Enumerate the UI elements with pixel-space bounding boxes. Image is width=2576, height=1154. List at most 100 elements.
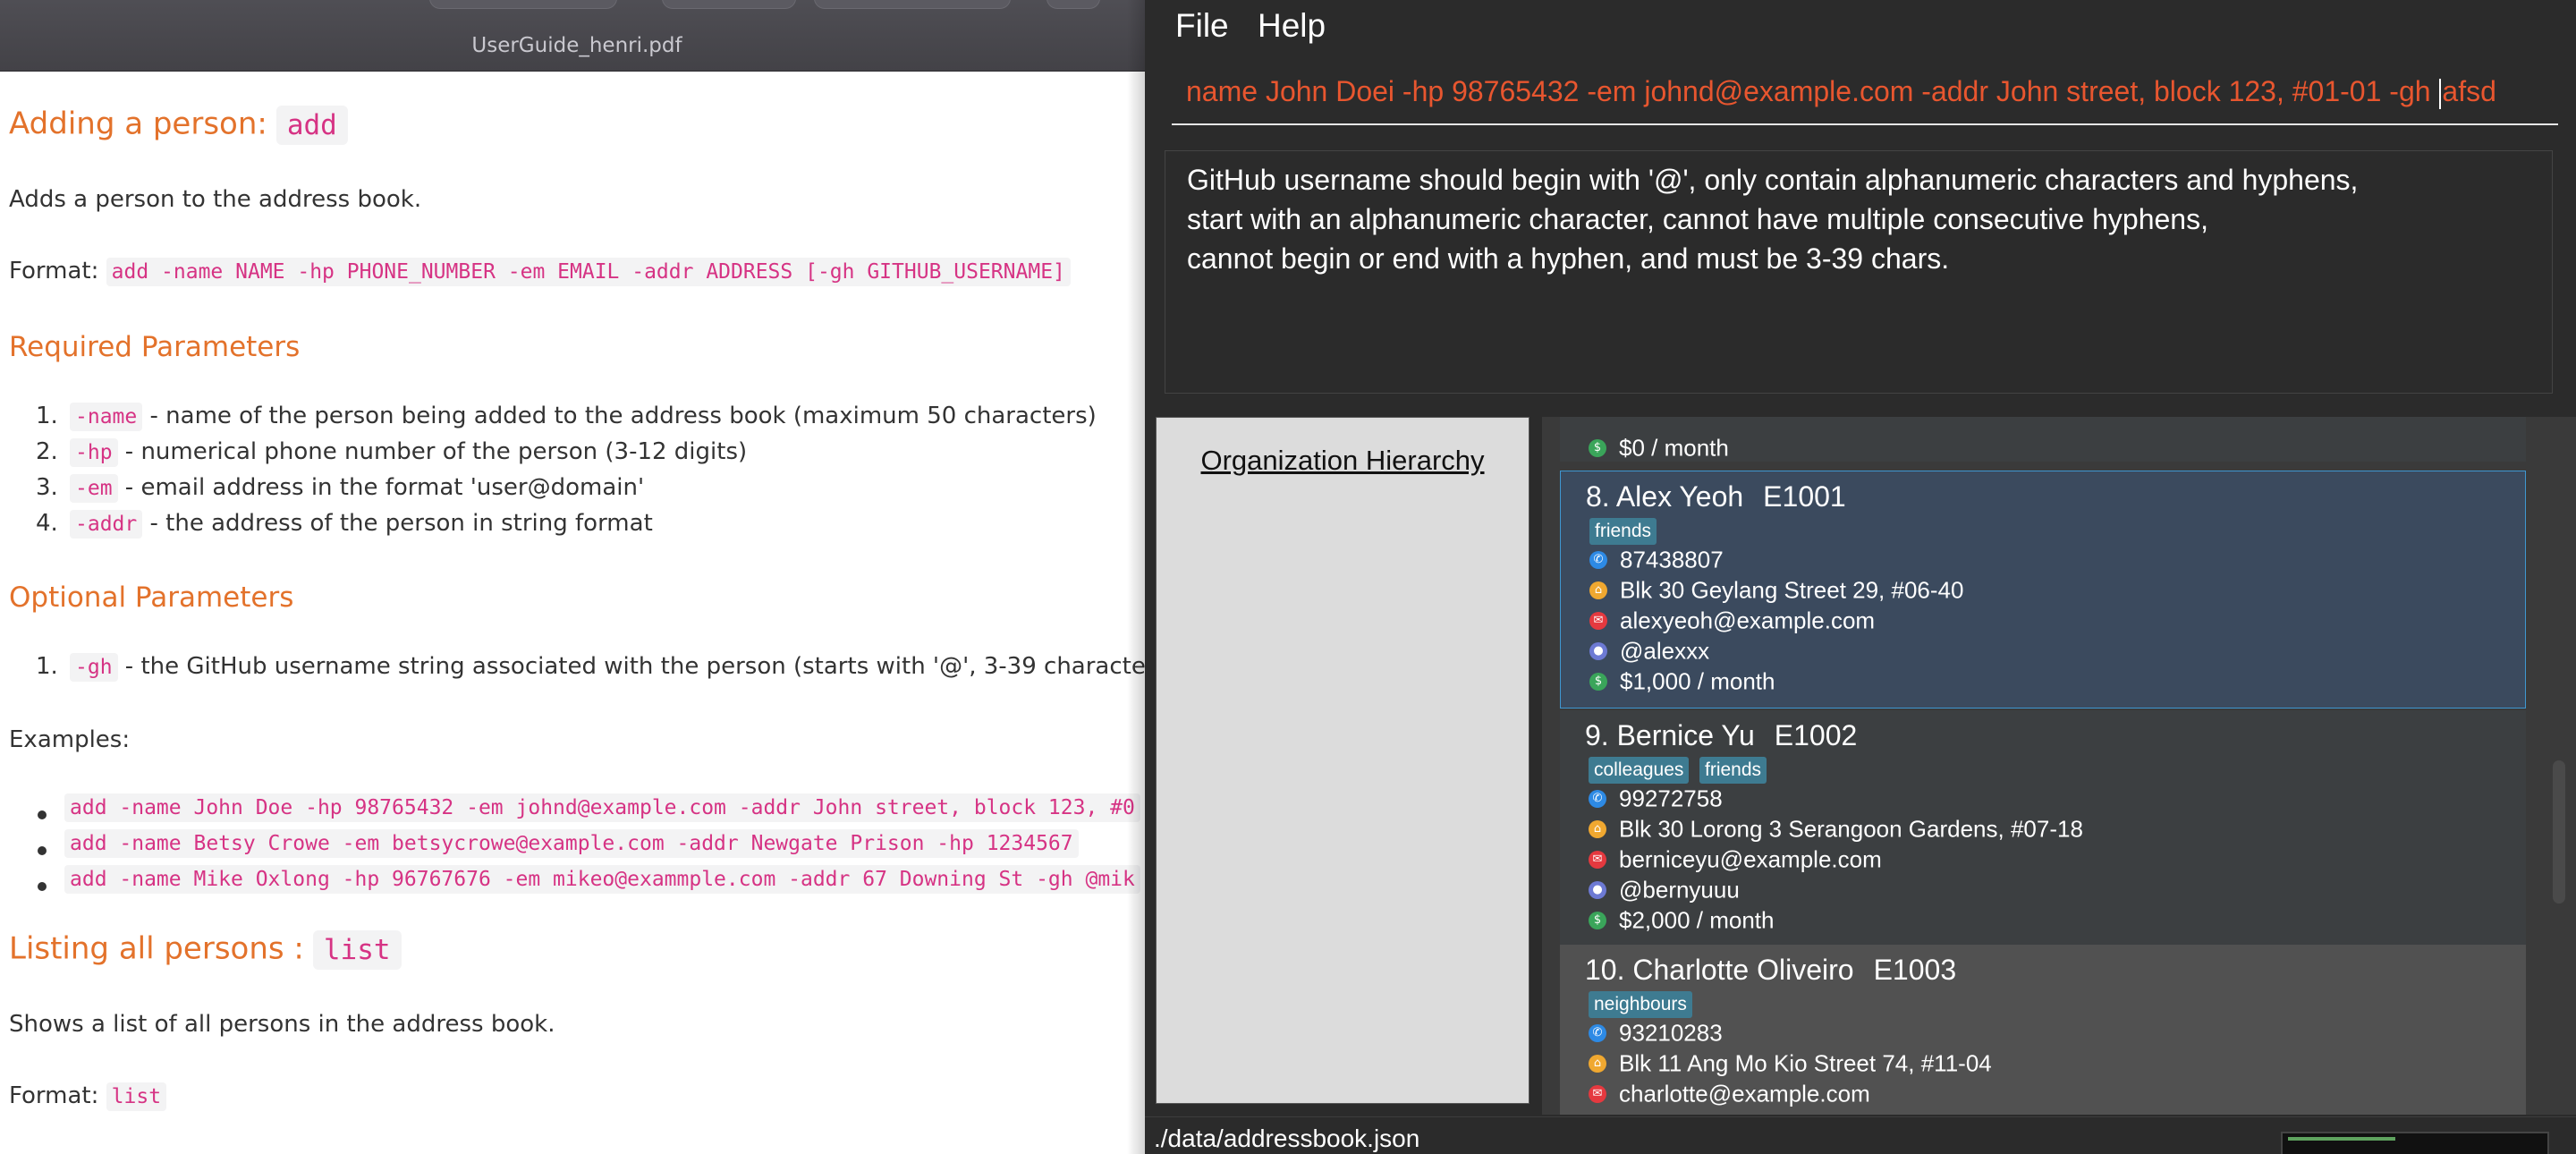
format-code: list [106, 1082, 167, 1111]
heading-command-code: add [275, 106, 348, 145]
phone-icon: ✆ [1589, 551, 1607, 570]
param-desc: - the address of the person in string fo… [142, 510, 653, 537]
adding-description: Adds a person to the address book. [9, 186, 422, 213]
format-code: add -name NAME -hp PHONE_NUMBER -em EMAI… [106, 258, 1071, 286]
address-row: ⌂ Blk 11 Ang Mo Kio Street 74, #11-04 [1589, 1048, 1992, 1077]
person-card[interactable]: 10. Charlotte Oliveiro E1003 neighbours ✆… [1560, 945, 2526, 1115]
result-line: GitHub username should begin with '@', o… [1187, 164, 2359, 196]
command-input[interactable]: name John Doei -hp 98765432 -em johnd@ex… [1186, 75, 2549, 109]
address-text: Blk 30 Lorong 3 Serangoon Gardens, #07-1… [1619, 815, 2083, 843]
person-name: 10. Charlotte Oliveiro E1003 [1585, 954, 1956, 987]
email-row: ✉ berniceyu@example.com [1589, 844, 1882, 873]
person-card[interactable]: 8. Alex Yeoh E1001 friends ✆ 87438807 ⌂ Blk… [1560, 471, 2526, 709]
list-number: 1. [36, 403, 58, 429]
person-index-name: 9. Bernice Yu [1585, 719, 1755, 751]
phone-row: ✆ 87438807 [1589, 545, 1724, 573]
home-icon: ⌂ [1589, 581, 1607, 600]
toolbar-button[interactable] [1046, 0, 1100, 9]
toolbar-button[interactable] [814, 0, 1011, 9]
status-bar: ./data/addressbook.json [1145, 1116, 2576, 1154]
phone-text: 99272758 [1619, 785, 1723, 812]
example-item: add -name John Doe -hp 98765432 -em john… [64, 793, 1140, 822]
address-row: ⌂ Blk 30 Geylang Street 29, #06-40 [1589, 575, 1964, 604]
list-number: 3. [36, 474, 58, 501]
address-text: Blk 30 Geylang Street 29, #06-40 [1620, 576, 1964, 604]
email-row: ✉ alexyeoh@example.com [1589, 606, 1875, 634]
pdf-viewer-window: UserGuide_henri.pdf Adding a person: add … [0, 0, 1154, 1154]
salary-text: $1,000 / month [1620, 667, 1775, 695]
home-icon: ⌂ [1589, 1055, 1606, 1073]
param-desc: - the GitHub username string associated … [117, 653, 1154, 680]
list-number: 1. [36, 653, 58, 680]
github-row: ● @bernyuuu [1589, 875, 1740, 904]
scrollbar-thumb[interactable] [2553, 760, 2565, 904]
menu-file[interactable]: File [1175, 7, 1229, 45]
phone-row: ✆ 93210283 [1589, 1018, 1723, 1047]
tag-badge: friends [1699, 757, 1767, 784]
address-row: ⌂ Blk 30 Lorong 3 Serangoon Gardens, #07-… [1589, 814, 2083, 843]
person-index-name: 10. Charlotte Oliveiro [1585, 954, 1854, 986]
list-item: 1. -name - name of the person being added… [36, 403, 1097, 431]
employee-id: E1002 [1774, 719, 1858, 751]
list-item: 3. -em - email address in the format 'use… [36, 474, 645, 503]
github-text: @bernyuuu [1619, 876, 1740, 904]
organization-hierarchy-panel: Organization Hierarchy [1156, 417, 1530, 1104]
organization-hierarchy-title: Organization Hierarchy [1200, 445, 1485, 476]
heading-adding-person: Adding a person: add [9, 106, 348, 145]
examples-label: Examples: [9, 726, 131, 753]
command-text-before-caret: name John Doei -hp 98765432 -em johnd@ex… [1186, 75, 2439, 107]
menu-help[interactable]: Help [1258, 7, 1326, 45]
param-code: -hp [70, 438, 118, 467]
heading-text: Listing all persons : [9, 930, 304, 967]
person-name: 9. Bernice Yu E1002 [1585, 719, 1857, 752]
address-book-app-window: File Help name John Doei -hp 98765432 -e… [1145, 0, 2576, 1154]
heading-command-code: list [312, 930, 402, 970]
param-code: -em [70, 474, 118, 503]
bullet [38, 846, 47, 855]
dollar-icon: $ [1589, 439, 1606, 458]
listing-description: Shows a list of all persons in the addre… [9, 1011, 555, 1038]
salary-row: $ $2,000 / month [1589, 905, 1774, 934]
toolbar-button[interactable] [662, 0, 796, 9]
window-thumbnail[interactable] [2281, 1132, 2549, 1154]
person-list-panel[interactable]: $ $0 / month 8. Alex Yeoh E1001 friends ✆ 8… [1542, 417, 2576, 1115]
employee-id: E1003 [1873, 954, 1957, 986]
listing-format: Format: list [9, 1082, 167, 1111]
heading-text: Adding a person: [9, 106, 267, 142]
tag-badge: colleagues [1589, 757, 1690, 784]
list-item: 4. -addr - the address of the person in s… [36, 510, 653, 539]
example-code: add -name Betsy Crowe -em betsycrowe@exa… [64, 829, 1079, 858]
github-text: @alexxx [1620, 637, 1710, 665]
list-item: 1. -gh - the GitHub username string assoc… [36, 653, 1154, 682]
command-box[interactable]: name John Doei -hp 98765432 -em johnd@ex… [1172, 68, 2558, 125]
phone-icon: ✆ [1589, 790, 1606, 809]
phone-icon: ✆ [1589, 1024, 1606, 1043]
example-item: add -name Betsy Crowe -em betsycrowe@exa… [64, 829, 1079, 858]
menu-bar: File Help [1145, 0, 2576, 50]
param-desc: - numerical phone number of the person (… [117, 438, 748, 465]
home-icon: ⌂ [1589, 820, 1606, 839]
heading-required-parameters: Required Parameters [9, 331, 301, 363]
email-text: charlotte@example.com [1619, 1080, 1870, 1107]
person-card-partial[interactable]: $ $0 / month [1560, 417, 2526, 462]
list-number: 4. [36, 510, 58, 537]
toolbar-button[interactable] [429, 0, 617, 9]
list-scrollbar[interactable] [2553, 429, 2565, 1109]
address-text: Blk 11 Ang Mo Kio Street 74, #11-04 [1619, 1049, 1992, 1077]
result-display[interactable]: GitHub username should begin with '@', o… [1165, 150, 2553, 394]
param-code: -name [70, 403, 143, 431]
person-card[interactable]: 9. Bernice Yu E1002 colleagues friends ✆ 9… [1560, 710, 2526, 945]
salary-row: $ $0 / month [1589, 433, 1729, 462]
pdf-window-title: UserGuide_henri.pdf [471, 34, 682, 57]
pdf-page: Adding a person: add Adds a person to the… [0, 72, 1154, 1154]
person-name: 8. Alex Yeoh E1001 [1586, 480, 1846, 513]
heading-listing-persons: Listing all persons : list [9, 930, 402, 970]
bullet [38, 882, 47, 891]
salary-row: $ $1,000 / month [1589, 666, 1775, 695]
list-number: 2. [36, 438, 58, 465]
phone-row: ✆ 99272758 [1589, 784, 1723, 812]
dollar-icon: $ [1589, 912, 1606, 930]
param-desc: - email address in the format 'user@doma… [117, 474, 645, 501]
format-label: Format: [9, 1082, 99, 1109]
adding-format: Format: add -name NAME -hp PHONE_NUMBER … [9, 258, 1071, 286]
